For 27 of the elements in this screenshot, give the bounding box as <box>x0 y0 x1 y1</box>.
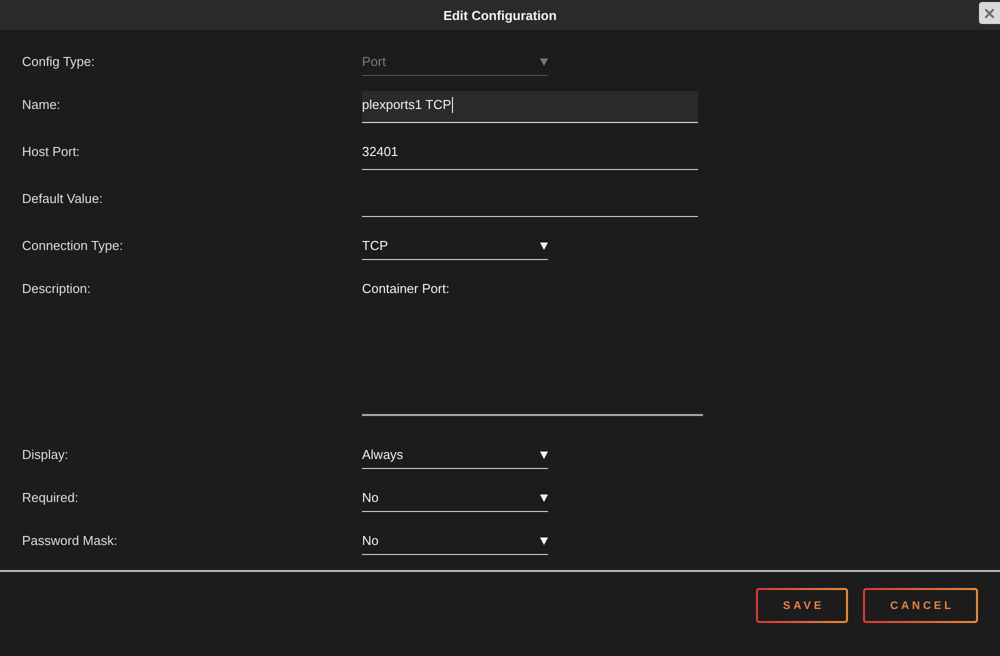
caret-down-icon <box>540 537 548 545</box>
text-area[interactable]: Container Port: <box>362 275 703 416</box>
field-label: Display: <box>22 446 68 463</box>
field-label: Password Mask: <box>22 532 118 549</box>
text-field[interactable]: 32401 <box>362 138 698 170</box>
dialog-title: Edit Configuration <box>443 8 557 22</box>
text-cursor-icon <box>452 97 454 113</box>
dropdown[interactable]: TCP <box>362 232 548 260</box>
field-label: Name: <box>22 96 60 113</box>
dropdown[interactable]: No <box>362 527 548 555</box>
caret-down-icon <box>540 451 548 459</box>
field-label: Host Port: <box>22 143 80 160</box>
action-button[interactable]: SAVE <box>756 588 848 623</box>
text-field[interactable]: plexports1 TCP <box>362 91 698 123</box>
caret-down-icon <box>540 58 548 66</box>
close-icon <box>985 8 994 18</box>
dropdown[interactable]: Always <box>362 441 548 469</box>
action-button[interactable]: CANCEL <box>863 588 978 623</box>
field-label: Description: <box>22 280 91 297</box>
field-label: Connection Type: <box>22 237 123 254</box>
caret-down-icon <box>540 494 548 502</box>
dropdown[interactable]: No <box>362 484 548 512</box>
close-button[interactable] <box>979 2 1000 24</box>
field-label: Config Type: <box>22 53 95 70</box>
caret-down-icon <box>540 242 548 250</box>
field-label: Required: <box>22 489 78 506</box>
field-label: Default Value: <box>22 190 103 207</box>
